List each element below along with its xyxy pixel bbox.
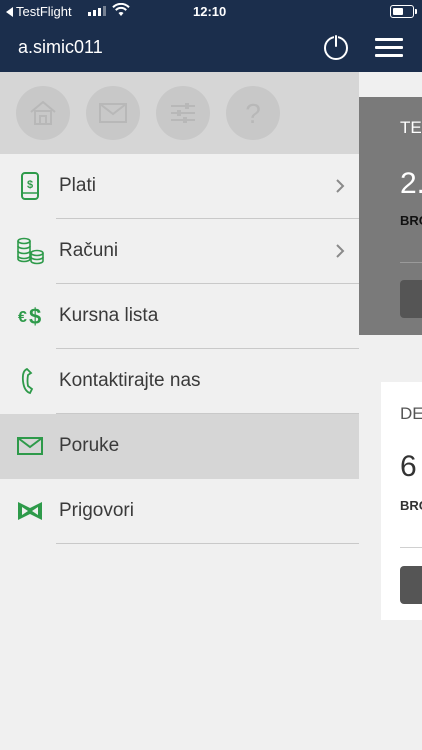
- envelope-icon: [17, 437, 43, 455]
- chevron-right-icon: [336, 244, 345, 258]
- help-icon[interactable]: ?: [226, 86, 280, 140]
- exchange-euro-dollar-icon: € $: [18, 304, 41, 329]
- settings-sliders-icon[interactable]: [156, 86, 210, 140]
- card-title: DE: [400, 404, 422, 423]
- menu-item-label: Računi: [59, 240, 119, 261]
- menu-item-kursna-lista[interactable]: € $ Kursna lista: [0, 284, 359, 349]
- menu-item-poruke[interactable]: Poruke: [0, 414, 359, 479]
- divider: [400, 547, 422, 548]
- hamburger-menu-icon[interactable]: [375, 38, 403, 58]
- card-value: 6: [400, 450, 417, 483]
- svg-text:$: $: [29, 304, 41, 329]
- back-app-label: TestFlight: [16, 4, 72, 19]
- username: a.simic011: [18, 37, 103, 57]
- drawer-header: a.simic011: [0, 24, 359, 72]
- mail-icon[interactable]: [86, 86, 140, 140]
- chevron-right-icon: [336, 179, 345, 193]
- card-button[interactable]: [400, 280, 422, 318]
- background-card: TE 2. BRO: [359, 97, 422, 335]
- divider: [56, 543, 359, 544]
- menu-item-racuni[interactable]: Računi: [0, 219, 359, 284]
- menu-item-label: Plati: [59, 175, 96, 196]
- coins-icon: [17, 237, 44, 265]
- svg-text:$: $: [27, 179, 33, 191]
- menu-item-kontaktirajte-nas[interactable]: Kontaktirajte nas: [0, 349, 359, 414]
- clock: 12:10: [193, 4, 227, 19]
- menu-item-label: Kontaktirajte nas: [59, 370, 201, 391]
- card-button[interactable]: [400, 566, 422, 604]
- background-card: DE 6 BRO: [381, 382, 422, 620]
- menu-item-label: Poruke: [59, 435, 120, 456]
- complaint-ribbon-icon: [18, 502, 42, 520]
- svg-text:?: ?: [245, 98, 261, 128]
- battery-icon: [390, 5, 417, 18]
- card-title: TE: [400, 118, 422, 137]
- svg-text:€: €: [18, 309, 27, 326]
- header-right: [359, 24, 422, 72]
- card-caption: BRO: [400, 498, 422, 513]
- phone-dollar-icon: $: [21, 172, 39, 200]
- signal-icon: [88, 6, 106, 16]
- phone-handset-icon: [21, 367, 34, 395]
- menu-item-label: Prigovori: [59, 500, 134, 521]
- home-icon[interactable]: [16, 86, 70, 140]
- card-value: 2.: [400, 167, 422, 200]
- card-caption: BRO: [400, 213, 422, 228]
- back-arrow-icon: [6, 6, 13, 17]
- wifi-icon: [112, 3, 130, 16]
- status-bar-right: [359, 0, 422, 24]
- divider: [400, 262, 422, 263]
- back-to-app-link[interactable]: TestFlight: [6, 4, 72, 19]
- drawer-menu: $ Plati Računi € $ Kursna lista Kontakti…: [0, 154, 359, 544]
- power-icon[interactable]: [322, 33, 350, 61]
- menu-item-prigovori[interactable]: Prigovori: [0, 479, 359, 544]
- menu-item-label: Kursna lista: [59, 305, 159, 326]
- quick-actions-row: ?: [0, 72, 359, 154]
- status-bar: TestFlight 12:10: [0, 0, 359, 24]
- menu-item-plati[interactable]: $ Plati: [0, 154, 359, 219]
